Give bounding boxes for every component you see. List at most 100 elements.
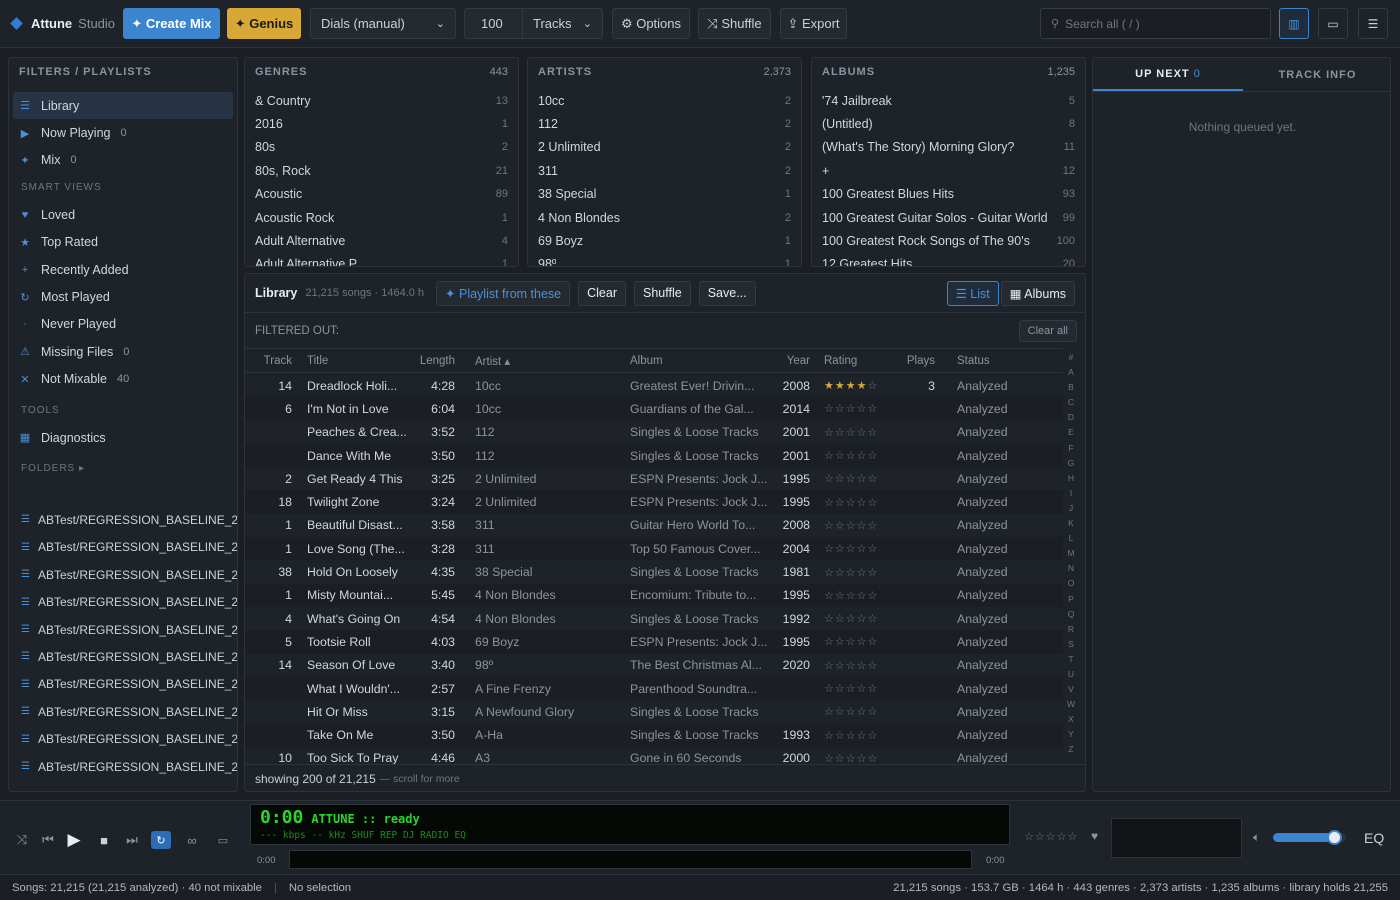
col-artist[interactable]: Artist ▴ [463,354,623,368]
genre-item[interactable]: 2016 1 [245,112,518,135]
sidebar-item-most-played[interactable]: ↻ Most Played [9,283,237,310]
sidebar-item-recently-added[interactable]: + Recently Added [9,256,237,283]
table-row[interactable]: Peaches & Crea... 3:52 112 Singles & Loose … [245,420,1063,444]
table-row[interactable]: 18 Twilight Zone 3:24 2 Unlimited ESPN Prese… [245,490,1063,514]
create-mix-button[interactable]: ✦ Create Mix [123,8,220,39]
table-body[interactable]: 14 Dreadlock Holi... 4:28 10cc Greatest Ever… [245,374,1063,764]
alpha-letter[interactable]: W [1067,697,1075,712]
heart-icon[interactable]: ♥ [1091,829,1098,843]
alpha-letter[interactable]: M [1067,546,1074,561]
radio-icon[interactable]: ▭ [213,831,233,849]
genius-button[interactable]: ✦ Genius [227,8,301,39]
col-rating[interactable]: Rating [822,355,892,367]
col-album[interactable]: Album [623,355,773,367]
search-input[interactable]: ⚲ Search all ( / ) [1040,8,1271,39]
folder-item[interactable]: ☰ ABTest/REGRESSION_BASELINE_2026 [9,506,237,533]
volume-knob[interactable] [1327,830,1343,845]
album-item[interactable]: 100 Greatest Blues Hits 93 [812,183,1085,206]
folder-item[interactable]: ☰ ABTest/REGRESSION_BASELINE_2026 [9,671,237,698]
menu-icon[interactable]: ☰ [1358,8,1388,39]
playlist-from-these-button[interactable]: ✦ Playlist from these [436,280,571,306]
cell-rating-stars[interactable]: ☆☆☆☆☆ [822,659,892,672]
album-item[interactable]: (Untitled) 8 [812,112,1085,135]
sidebar-item-now-playing[interactable]: ▶ Now Playing 0 [9,119,237,146]
genre-item[interactable]: Adult Alternative 4 [245,229,518,252]
sidebar-item-not-mixable[interactable]: ✕ Not Mixable 40 [9,366,237,393]
album-item[interactable]: 100 Greatest Rock Songs of The 90's 100 [812,229,1085,252]
repeat-icon[interactable]: ↻ [151,831,171,849]
artist-item[interactable]: 98º 1 [528,253,801,266]
alpha-letter[interactable]: H [1068,471,1074,486]
col-title[interactable]: Title [300,355,416,367]
genre-item[interactable]: 80s 2 [245,136,518,159]
artist-item[interactable]: 311 2 [528,159,801,182]
genre-item[interactable]: Adult Alternative P... 1 [245,253,518,266]
table-row[interactable]: 14 Season Of Love 3:40 98º The Best Christma… [245,653,1063,677]
play-icon[interactable]: ▶ [64,830,84,849]
cell-rating-stars[interactable]: ☆☆☆☆☆ [822,542,892,555]
col-plays[interactable]: Plays [892,355,945,367]
alpha-letter[interactable]: A [1068,365,1074,380]
alpha-letter[interactable]: O [1068,576,1075,591]
genre-item[interactable]: 80s, Rock 21 [245,159,518,182]
tab-track-info[interactable]: TRACK INFO [1243,58,1390,91]
cell-rating-stars[interactable]: ☆☆☆☆☆ [822,612,892,625]
album-item[interactable]: +12 [812,159,1085,182]
folder-item[interactable]: ☰ ABTest/REGRESSION_BASELINE_2026 [9,534,237,561]
cell-rating-stars[interactable]: ☆☆☆☆☆ [822,402,892,415]
clear-all-button[interactable]: Clear all [1018,319,1077,342]
cell-rating-stars[interactable]: ☆☆☆☆☆ [822,472,892,485]
next-icon[interactable]: ⏭ [122,831,142,849]
table-row[interactable]: 4 What's Going On 4:54 4 Non Blondes Singles… [245,606,1063,631]
cell-rating-stars[interactable]: ☆☆☆☆☆ [822,589,892,602]
alpha-letter[interactable]: F [1068,441,1073,456]
alpha-letter[interactable]: J [1069,501,1073,516]
cell-rating-stars[interactable]: ☆☆☆☆☆ [822,752,892,764]
table-row[interactable]: 38 Hold On Loosely 4:35 38 Special Singles &… [245,560,1063,584]
col-length[interactable]: Length [416,355,463,367]
table-row[interactable]: 1 Love Song (The... 3:28 311 Top 50 Famous C… [245,537,1063,561]
player-rating-stars[interactable]: ☆☆☆☆☆ [1024,830,1078,843]
shuffle-icon[interactable]: ⤨ [12,831,32,849]
alpha-letter[interactable]: Y [1068,727,1074,742]
cell-rating-stars[interactable]: ☆☆☆☆☆ [822,705,892,718]
alpha-letter[interactable]: # [1069,350,1074,365]
artist-item[interactable]: 10cc 2 [528,89,801,112]
alpha-letter[interactable]: K [1068,516,1074,531]
tab-up-next[interactable]: UP NEXT 0 [1093,58,1243,91]
artist-item[interactable]: 112 2 [528,112,801,135]
table-row[interactable]: What I Wouldn'... 2:57 A Fine Frenzy Parent… [245,676,1063,701]
layout-columns-icon[interactable]: ▥ [1279,8,1309,39]
cell-rating-stars[interactable]: ☆☆☆☆☆ [822,729,892,742]
genre-item[interactable]: & Country 13 [245,89,518,112]
album-item[interactable]: (What's The Story) Morning Glory? 11 [812,136,1085,159]
alpha-letter[interactable]: D [1068,410,1074,425]
col-status[interactable]: Status [945,355,1037,367]
alpha-letter[interactable]: Z [1068,742,1073,757]
alpha-letter[interactable]: I [1070,486,1072,501]
folder-item[interactable]: ☰ ABTest/REGRESSION_BASELINE_2026 [9,588,237,615]
folder-item[interactable]: ☰ ABTest/REGRESSION_BASELINE_2026 [9,561,237,588]
shuffle-button[interactable]: ⤨ Shuffle [698,8,771,39]
volume-slider[interactable] [1273,830,1346,845]
sidebar-item-library[interactable]: ☰ Library [13,92,233,120]
sidebar-item-top-rated[interactable]: ★ Top Rated [9,229,237,256]
sidebar-item-mix[interactable]: ✦ Mix 0 [9,147,237,174]
table-row[interactable]: Hit Or Miss 3:15 A Newfound Glory Singles &… [245,700,1063,724]
cell-rating-stars[interactable]: ☆☆☆☆☆ [822,426,892,439]
alpha-letter[interactable]: Q [1068,607,1075,622]
cell-rating-stars[interactable]: ☆☆☆☆☆ [822,635,892,648]
album-item[interactable]: '74 Jailbreak 5 [812,89,1085,112]
clear-button[interactable]: Clear [578,280,626,306]
cell-rating-stars[interactable]: ☆☆☆☆☆ [822,566,892,579]
alpha-letter[interactable]: R [1068,622,1074,637]
seek-bar[interactable] [289,850,972,869]
table-row[interactable]: 1 Beautiful Disast... 3:58 311 Guitar Hero W… [245,513,1063,538]
alpha-letter[interactable]: C [1068,395,1074,410]
shuffle-library-button[interactable]: Shuffle [634,280,691,306]
artist-item[interactable]: 2 Unlimited 2 [528,136,801,159]
unit-select[interactable]: Tracks ⌄ [522,8,603,39]
folder-item[interactable]: ☰ ABTest/REGRESSION_BASELINE_2026 [9,725,237,752]
folder-item[interactable]: ☰ ABTest/REGRESSION_BASELINE_2026 [9,616,237,643]
mode-select[interactable]: Dials (manual) ⌄ [310,8,456,39]
